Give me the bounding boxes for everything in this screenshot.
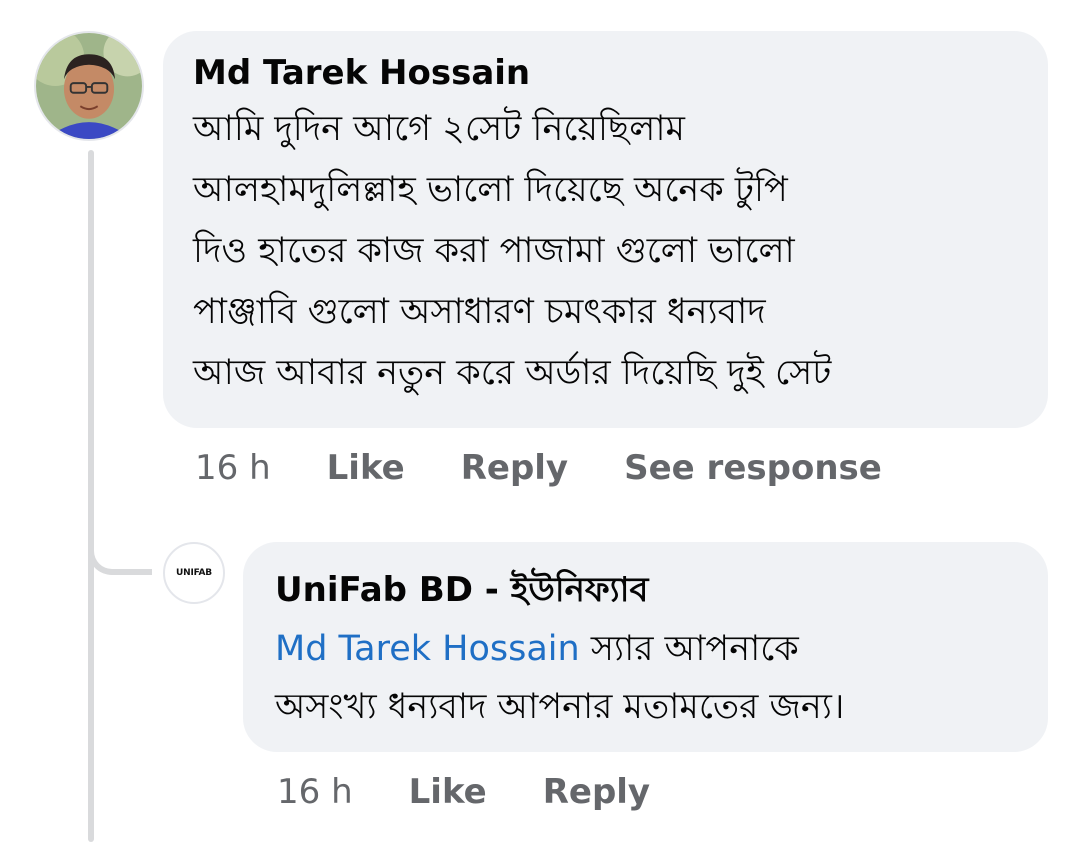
reply-button[interactable]: Reply xyxy=(543,772,650,812)
comment-timestamp[interactable]: 16 h xyxy=(195,448,271,488)
comment-text-line: পাঞ্জাবি গুলো অসাধারণ চমৎকার ধন্যবাদ xyxy=(193,292,766,332)
profile-photo xyxy=(36,33,142,139)
like-button[interactable]: Like xyxy=(409,772,487,812)
comment-text-line: আজ আবার নতুন করে অর্ডার দিয়েছি দুই সেট xyxy=(193,353,832,393)
unifab-logo: UNIFAB xyxy=(176,568,212,578)
comment-actions: 16 h Like Reply See response xyxy=(195,448,938,488)
reply-button[interactable]: Reply xyxy=(461,448,568,488)
avatar[interactable] xyxy=(34,31,144,141)
comment-author[interactable]: Md Tarek Hossain xyxy=(193,51,1020,95)
reply-author[interactable]: UniFab BD - ইউনিফ্যাব xyxy=(275,568,1020,612)
see-response-button[interactable]: See response xyxy=(624,448,882,488)
comment-text-line: আলহামদুলিল্লাহ ভালো দিয়েছে অনেক টুপি xyxy=(193,170,788,210)
thread-line xyxy=(88,150,94,842)
mention-link[interactable]: Md Tarek Hossain xyxy=(275,629,580,669)
like-button[interactable]: Like xyxy=(327,448,405,488)
comment-text: আমি দুদিন আগে ২সেট নিয়েছিলাম আলহামদুলিল… xyxy=(193,99,1020,404)
reply-text-segment: স্যার আপনাকে xyxy=(579,629,799,669)
reply-connector-line xyxy=(88,520,152,575)
reply-actions: 16 h Like Reply xyxy=(277,772,706,812)
page-avatar[interactable]: UNIFAB xyxy=(163,542,225,604)
reply-bubble: UniFab BD - ইউনিফ্যাব Md Tarek Hossain স… xyxy=(243,542,1048,752)
comment-text-line: দিও হাতের কাজ করা পাজামা গুলো ভালো xyxy=(193,231,795,271)
comment-text-line: আমি দুদিন আগে ২সেট নিয়েছিলাম xyxy=(193,109,685,149)
reply-text: Md Tarek Hossain স্যার আপনাকে অসংখ্য ধন্… xyxy=(275,620,1020,736)
reply-text-line: অসংখ্য ধন্যবাদ আপনার মতামতের জন্য। xyxy=(275,687,845,727)
reply-text-line: Md Tarek Hossain স্যার আপনাকে xyxy=(275,620,1020,678)
comment-bubble: Md Tarek Hossain আমি দুদিন আগে ২সেট নিয়… xyxy=(163,31,1048,428)
reply-timestamp[interactable]: 16 h xyxy=(277,772,353,812)
